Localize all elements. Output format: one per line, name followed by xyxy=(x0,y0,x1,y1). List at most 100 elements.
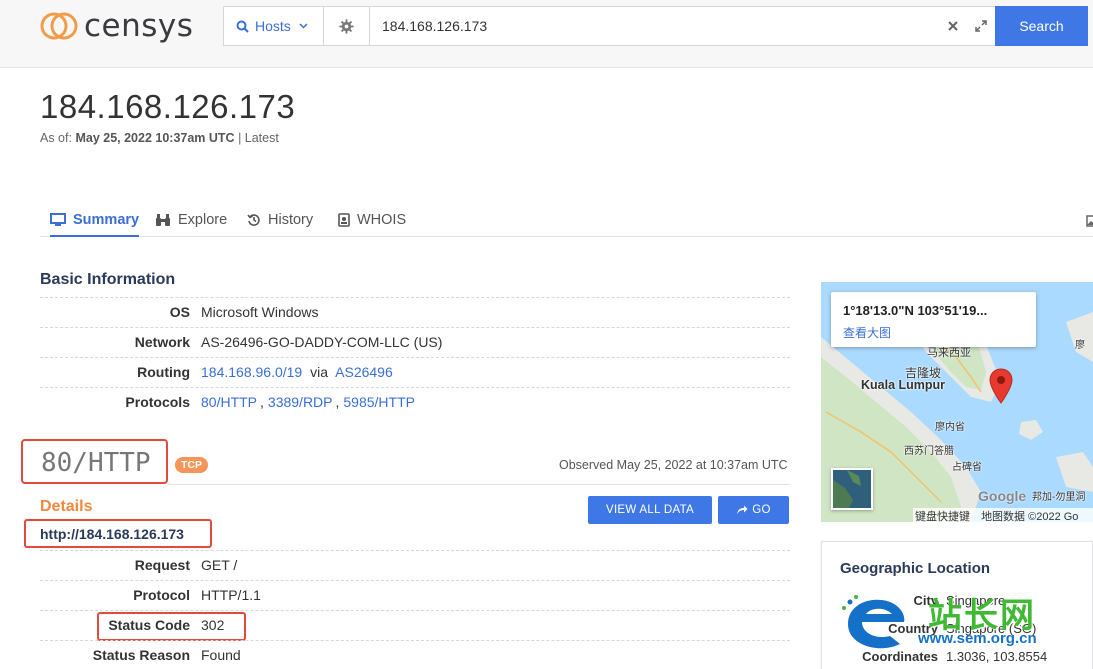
network-row: Network AS-26496-GO-DADDY-COM-LLC (US) xyxy=(40,327,790,357)
coordinates-label: Coordinates xyxy=(862,649,938,664)
tab-history-label: History xyxy=(268,212,314,228)
basic-information-title: Basic Information xyxy=(40,271,176,288)
search-input[interactable] xyxy=(370,7,939,45)
page-title: 184.168.126.173 xyxy=(40,88,296,125)
protocol-link[interactable]: 80/HTTP xyxy=(201,394,257,410)
status-reason-row: Status Reason Found xyxy=(40,640,790,669)
search-icon xyxy=(236,20,249,33)
tab-whois-label: WHOIS xyxy=(357,212,407,228)
protocol-separator: , xyxy=(260,394,264,410)
status-reason-value: Found xyxy=(201,647,241,663)
geographic-location-card: Geographic Location City Singapore Count… xyxy=(821,541,1093,669)
history-icon xyxy=(247,214,260,226)
protocol-row: Protocol HTTP/1.1 xyxy=(40,580,790,610)
map-label-bangka: 邦加-勿里洞 xyxy=(1032,492,1086,503)
clear-search-button[interactable] xyxy=(939,7,967,45)
as-of-suffix: | Latest xyxy=(238,131,279,145)
os-row: OS Microsoft Windows xyxy=(40,297,790,327)
request-value: GET / xyxy=(201,557,238,573)
go-label: GO xyxy=(752,504,771,516)
tab-explore-label: Explore xyxy=(178,212,228,228)
map-label-jambi: 占碑省 xyxy=(952,462,982,473)
censys-logo-icon xyxy=(40,12,78,40)
search-bar: Hosts 184.168.126.173 Search xyxy=(223,6,1088,46)
status-reason-label: Status Reason xyxy=(92,647,190,663)
map-info-popup: 1°18'13.0"N 103°51'19... 查看大图 xyxy=(831,292,1036,347)
request-row: Request GET / xyxy=(40,550,790,580)
location-map[interactable]: 马来西亚 吉隆坡 Kuala Lumpur 廖内省 西苏门答腊 占碑省 廖 邦加… xyxy=(821,282,1093,522)
image-icon[interactable] xyxy=(1086,215,1093,227)
map-marker-icon[interactable] xyxy=(989,368,1013,404)
map-label-kl-en: Kuala Lumpur xyxy=(861,378,946,392)
tab-history[interactable]: History xyxy=(247,212,313,237)
routing-row: Routing 184.168.96.0/19 via AS26496 xyxy=(40,357,790,387)
monitor-icon xyxy=(50,213,66,226)
details-title: Details xyxy=(40,498,93,515)
as-of-date: May 25, 2022 10:37am UTC xyxy=(75,131,235,145)
protocols-label: Protocols xyxy=(125,394,190,410)
protocols-value: 80/HTTP, 3389/RDP, 5985/HTTP xyxy=(201,394,415,410)
request-label: Request xyxy=(134,557,190,573)
city-value: Singapore xyxy=(946,593,1006,608)
view-all-data-button[interactable]: VIEW ALL DATA xyxy=(588,496,712,524)
top-bar: censys Hosts 184.168.126.173 Search xyxy=(0,0,1093,68)
map-label-riau: 廖内省 xyxy=(935,422,965,433)
country-label: Country xyxy=(888,621,938,636)
service-url: http://184.168.126.173 xyxy=(40,526,184,542)
close-icon xyxy=(948,21,958,31)
routing-prefix-link[interactable]: 184.168.96.0/19 xyxy=(201,364,302,380)
tab-bar: Summary Explore History WHOIS xyxy=(40,206,1093,237)
protocol-link[interactable]: 5985/HTTP xyxy=(343,394,415,410)
geographic-location-title: Geographic Location xyxy=(840,560,991,577)
routing-label: Routing xyxy=(137,364,190,380)
expand-icon xyxy=(975,20,987,32)
censys-logo[interactable]: censys xyxy=(40,8,200,44)
tab-whois[interactable]: WHOIS xyxy=(338,212,406,237)
coordinates-value: 1.3036, 103.8554 xyxy=(946,649,1048,664)
search-type-label: Hosts xyxy=(255,18,291,34)
country-value: Singapore (SG) xyxy=(946,621,1037,636)
tab-summary-label: Summary xyxy=(73,212,140,228)
transport-badge: TCP xyxy=(175,457,208,473)
tab-summary[interactable]: Summary xyxy=(50,212,140,237)
service-name: 80/HTTP xyxy=(41,448,151,478)
os-label: OS xyxy=(169,304,190,320)
map-footer: 键盘快捷键 地图数据 ©2022 Go xyxy=(913,508,1093,522)
chevron-down-icon xyxy=(299,23,308,29)
keyboard-shortcuts-link[interactable]: 键盘快捷键 xyxy=(915,511,970,522)
routing-asn-link[interactable]: AS26496 xyxy=(335,364,393,380)
view-all-data-label: VIEW ALL DATA xyxy=(605,504,695,516)
satellite-preview-icon xyxy=(833,470,871,508)
settings-button[interactable] xyxy=(324,7,370,45)
view-larger-map-link[interactable]: 查看大图 xyxy=(843,324,891,341)
search-button[interactable]: Search xyxy=(995,6,1088,46)
network-link[interactable]: AS-26496-GO-DADDY-COM-LLC (US) xyxy=(201,334,442,350)
protocol-value: HTTP/1.1 xyxy=(201,587,261,603)
binoculars-icon xyxy=(156,214,170,226)
observed-time: Observed May 25, 2022 at 10:37am UTC xyxy=(559,458,788,472)
routing-via: via xyxy=(310,364,329,380)
map-label-riau-2: 廖 xyxy=(1075,340,1085,351)
gear-icon xyxy=(339,18,354,34)
map-data-credit[interactable]: 地图数据 ©2022 Go xyxy=(981,511,1078,522)
google-logo: Google xyxy=(978,488,1027,504)
expand-search-button[interactable] xyxy=(967,7,995,45)
go-button[interactable]: GO xyxy=(718,496,789,524)
service-divider xyxy=(168,484,790,485)
map-popup-coords: 1°18'13.0"N 103°51'19... xyxy=(843,303,988,318)
protocol-label: Protocol xyxy=(133,587,190,603)
protocol-link[interactable]: 3389/RDP xyxy=(268,394,333,410)
as-of-label: As of: xyxy=(40,131,72,145)
map-label-west-sumatra: 西苏门答腊 xyxy=(904,446,954,457)
os-value: Microsoft Windows xyxy=(201,304,319,320)
as-of-line: As of: May 25, 2022 10:37am UTC | Latest xyxy=(40,131,279,145)
logo-text: censys xyxy=(84,8,194,44)
search-type-select[interactable]: Hosts xyxy=(224,7,324,45)
routing-value: 184.168.96.0/19 via AS26496 xyxy=(201,364,393,380)
protocol-separator: , xyxy=(335,394,340,410)
status-code-highlight-box xyxy=(97,612,246,641)
protocols-row: Protocols 80/HTTP, 3389/RDP, 5985/HTTP xyxy=(40,387,790,417)
tab-explore[interactable]: Explore xyxy=(155,212,227,237)
satellite-toggle-thumbnail[interactable] xyxy=(831,468,873,510)
share-arrow-icon xyxy=(737,505,748,514)
